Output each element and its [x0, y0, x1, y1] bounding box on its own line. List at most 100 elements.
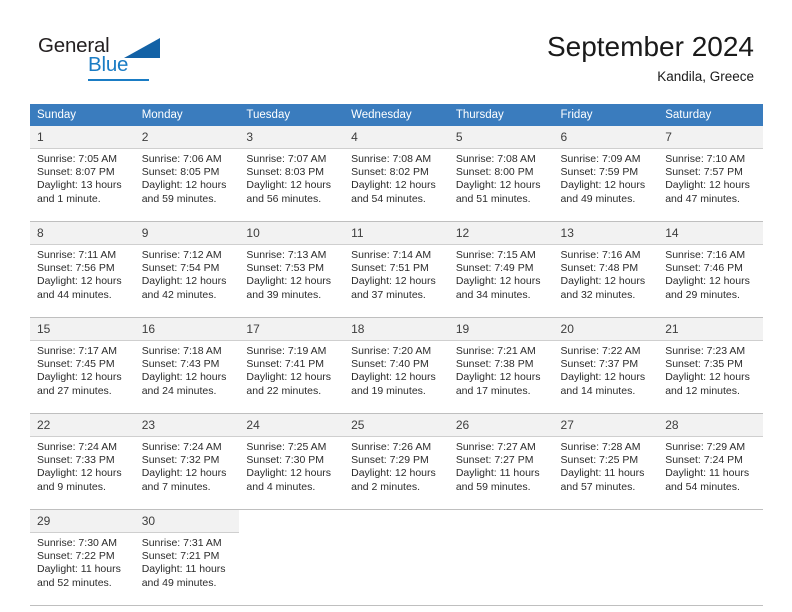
day-detail-row: Sunrise: 7:30 AM Sunset: 7:22 PM Dayligh… [30, 532, 763, 606]
day-detail-row: Sunrise: 7:11 AM Sunset: 7:56 PM Dayligh… [30, 244, 763, 318]
sunset-text: Sunset: 7:48 PM [560, 262, 639, 275]
day-number[interactable]: 4 [344, 126, 449, 149]
daylight-text-line2: and 47 minutes. [665, 192, 740, 205]
logo-underline [88, 79, 149, 81]
day-cell: Sunrise: 7:05 AM Sunset: 8:07 PM Dayligh… [30, 148, 135, 222]
day-number[interactable]: 25 [344, 413, 449, 437]
weekday-header-sunday: Sunday [30, 104, 135, 126]
day-number[interactable]: 19 [448, 317, 554, 341]
day-number[interactable]: 2 [134, 126, 240, 149]
day-number[interactable]: 1 [30, 126, 135, 149]
day-cell: Sunrise: 7:11 AM Sunset: 7:56 PM Dayligh… [30, 244, 135, 318]
daylight-text-line2: and 27 minutes. [37, 384, 112, 397]
day-cell: Sunrise: 7:27 AM Sunset: 7:27 PM Dayligh… [448, 436, 554, 510]
day-number[interactable]: 16 [134, 317, 240, 341]
day-number[interactable]: 29 [30, 509, 135, 533]
sunrise-text: Sunrise: 7:11 AM [37, 249, 117, 261]
day-number[interactable]: 11 [344, 221, 449, 245]
sunrise-text: Sunrise: 7:07 AM [246, 153, 327, 165]
daylight-text-line2: and 14 minutes. [560, 384, 636, 397]
day-number[interactable]: 8 [30, 221, 135, 245]
day-detail-row: Sunrise: 7:17 AM Sunset: 7:45 PM Dayligh… [30, 340, 763, 414]
sunrise-text: Sunrise: 7:20 AM [351, 345, 432, 357]
day-number[interactable]: 26 [448, 413, 554, 437]
day-number[interactable]: 7 [658, 126, 763, 149]
sunset-text: Sunset: 7:56 PM [37, 262, 115, 275]
day-number[interactable]: 9 [134, 221, 240, 245]
day-number-row: 15 16 17 18 19 20 21 [30, 317, 763, 341]
day-cell: Sunrise: 7:14 AM Sunset: 7:51 PM Dayligh… [344, 244, 449, 318]
sunrise-text: Sunrise: 7:22 AM [560, 345, 641, 357]
page-title: September 2024 [546, 31, 754, 62]
day-cell: Sunrise: 7:28 AM Sunset: 7:25 PM Dayligh… [553, 436, 659, 510]
location-subtitle: Kandila, Greece [657, 69, 754, 84]
day-number[interactable]: 27 [553, 413, 659, 437]
sunset-text: Sunset: 7:25 PM [560, 454, 639, 467]
sunset-text: Sunset: 7:32 PM [141, 454, 220, 467]
daylight-text-line1: Daylight: 12 hours [665, 179, 750, 192]
day-cell-empty [448, 532, 554, 606]
day-number-empty [448, 509, 554, 533]
sunrise-text: Sunrise: 7:18 AM [141, 345, 222, 357]
sunset-text: Sunset: 7:24 PM [665, 454, 743, 467]
day-cell: Sunrise: 7:21 AM Sunset: 7:38 PM Dayligh… [448, 340, 554, 414]
sunset-text: Sunset: 7:35 PM [665, 358, 743, 371]
sunset-text: Sunset: 7:33 PM [37, 454, 115, 467]
day-number[interactable]: 20 [553, 317, 659, 341]
weekday-header-thursday: Thursday [448, 104, 554, 126]
day-number[interactable]: 23 [134, 413, 240, 437]
day-number[interactable]: 15 [30, 317, 135, 341]
day-number[interactable]: 10 [239, 221, 345, 245]
day-cell: Sunrise: 7:31 AM Sunset: 7:21 PM Dayligh… [134, 532, 240, 606]
day-number[interactable]: 24 [239, 413, 345, 437]
daylight-text-line2: and 54 minutes. [351, 192, 426, 205]
daylight-text-line2: and 59 minutes. [141, 192, 217, 205]
sunrise-text: Sunrise: 7:28 AM [560, 441, 641, 453]
daylight-text-line2: and 12 minutes. [665, 384, 740, 397]
day-detail-row: Sunrise: 7:24 AM Sunset: 7:33 PM Dayligh… [30, 436, 763, 510]
day-detail-row: Sunrise: 7:05 AM Sunset: 8:07 PM Dayligh… [30, 148, 763, 222]
day-number[interactable]: 3 [239, 126, 345, 149]
sunrise-text: Sunrise: 7:30 AM [37, 537, 117, 549]
day-number[interactable]: 30 [134, 509, 240, 533]
daylight-text-line1: Daylight: 12 hours [351, 371, 436, 384]
day-number[interactable]: 21 [658, 317, 763, 341]
day-cell: Sunrise: 7:07 AM Sunset: 8:03 PM Dayligh… [239, 148, 345, 222]
daylight-text-line1: Daylight: 12 hours [246, 179, 332, 192]
weekday-header-tuesday: Tuesday [239, 104, 345, 126]
daylight-text-line2: and 44 minutes. [37, 288, 112, 301]
daylight-text-line2: and 49 minutes. [560, 192, 636, 205]
day-number[interactable]: 28 [658, 413, 763, 437]
day-number[interactable]: 22 [30, 413, 135, 437]
sunset-text: Sunset: 7:22 PM [37, 550, 115, 563]
day-number-empty [239, 509, 345, 533]
day-number[interactable]: 5 [448, 126, 554, 149]
sunrise-text: Sunrise: 7:31 AM [141, 537, 222, 549]
day-number-row: 1 2 3 4 5 6 7 [30, 126, 763, 149]
day-cell: Sunrise: 7:09 AM Sunset: 7:59 PM Dayligh… [553, 148, 659, 222]
weekday-header-row: Sunday Monday Tuesday Wednesday Thursday… [30, 104, 763, 126]
day-number[interactable]: 14 [658, 221, 763, 245]
daylight-text-line1: Daylight: 12 hours [351, 275, 436, 288]
daylight-text-line2: and 39 minutes. [246, 288, 322, 301]
sunset-text: Sunset: 7:51 PM [351, 262, 429, 275]
daylight-text-line2: and 59 minutes. [455, 480, 531, 493]
day-cell: Sunrise: 7:17 AM Sunset: 7:45 PM Dayligh… [30, 340, 135, 414]
day-number[interactable]: 12 [448, 221, 554, 245]
daylight-text-line1: Daylight: 12 hours [141, 467, 227, 480]
daylight-text-line2: and 56 minutes. [246, 192, 322, 205]
sunrise-text: Sunrise: 7:21 AM [455, 345, 536, 357]
sunset-text: Sunset: 8:05 PM [141, 166, 220, 179]
weekday-header-wednesday: Wednesday [344, 104, 449, 126]
day-cell: Sunrise: 7:18 AM Sunset: 7:43 PM Dayligh… [134, 340, 240, 414]
day-number[interactable]: 17 [239, 317, 345, 341]
sunrise-text: Sunrise: 7:26 AM [351, 441, 432, 453]
day-cell-empty [553, 532, 659, 606]
calendar-page: General Blue September 2024 Kandila, Gre… [0, 0, 792, 612]
day-number[interactable]: 13 [553, 221, 659, 245]
sunrise-text: Sunrise: 7:24 AM [37, 441, 117, 453]
day-cell: Sunrise: 7:19 AM Sunset: 7:41 PM Dayligh… [239, 340, 345, 414]
day-number[interactable]: 6 [553, 126, 659, 149]
general-blue-logo[interactable]: General Blue [38, 34, 168, 82]
day-number[interactable]: 18 [344, 317, 449, 341]
